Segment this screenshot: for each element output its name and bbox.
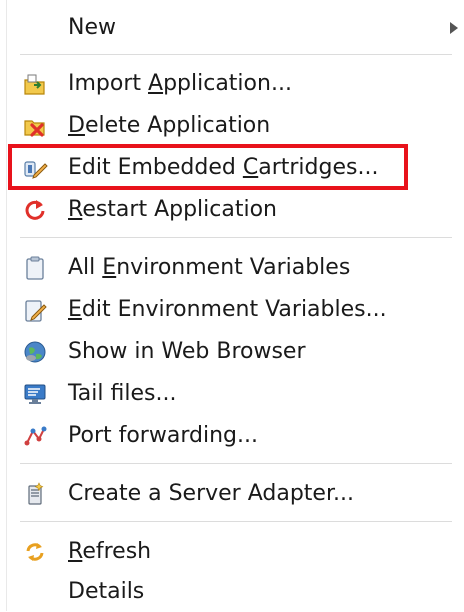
menu-item-create-server-adapter[interactable]: Create a Server Adapter... [0,474,464,514]
menu-separator [20,54,452,55]
menu-item-tail-files[interactable]: Tail files... [0,374,464,414]
globe-icon [22,339,48,365]
menu-separator [20,463,452,464]
menu-item-label: Edit Environment Variables... [68,297,387,322]
clipboard-icon [22,255,48,281]
menu-separator [20,521,452,522]
import-application-icon [22,71,48,97]
menu-item-label: Delete Application [68,113,271,138]
menu-item-label: New [68,15,116,40]
menu-item-label: Refresh [68,539,152,564]
context-menu: New Import Application... Delete Applica… [0,0,464,611]
menu-item-refresh[interactable]: Refresh [0,532,464,572]
menu-item-all-environment-variables[interactable]: All Environment Variables [0,248,464,288]
menu-item-label: All Environment Variables [68,255,351,280]
menu-item-label: Port forwarding... [68,423,258,448]
menu-item-label: Tail files... [68,381,177,406]
menu-item-edit-environment-variables[interactable]: Edit Environment Variables... [0,290,464,330]
port-forwarding-icon [22,423,48,449]
restart-icon [22,197,48,223]
menu-item-details[interactable]: Details [0,572,464,612]
menu-item-label: Create a Server Adapter... [68,481,354,506]
menu-separator [20,237,452,238]
server-adapter-icon [22,481,48,507]
delete-application-icon [22,113,48,139]
menu-item-import-application[interactable]: Import Application... [0,64,464,104]
menu-item-show-in-web-browser[interactable]: Show in Web Browser [0,332,464,372]
menu-item-label: Import Application... [68,71,292,96]
edit-clipboard-icon [22,297,48,323]
menu-item-label: Details [68,579,145,604]
refresh-icon [22,539,48,565]
submenu-arrow-icon [450,22,458,34]
menu-item-label: Show in Web Browser [68,339,306,364]
menu-item-port-forwarding[interactable]: Port forwarding... [0,416,464,456]
menu-item-new[interactable]: New [0,8,464,48]
menu-item-delete-application[interactable]: Delete Application [0,106,464,146]
monitor-icon [22,381,48,407]
menu-item-label: Restart Application [68,197,278,222]
menu-item-restart-application[interactable]: Restart Application [0,190,464,230]
highlight-box [8,144,408,190]
